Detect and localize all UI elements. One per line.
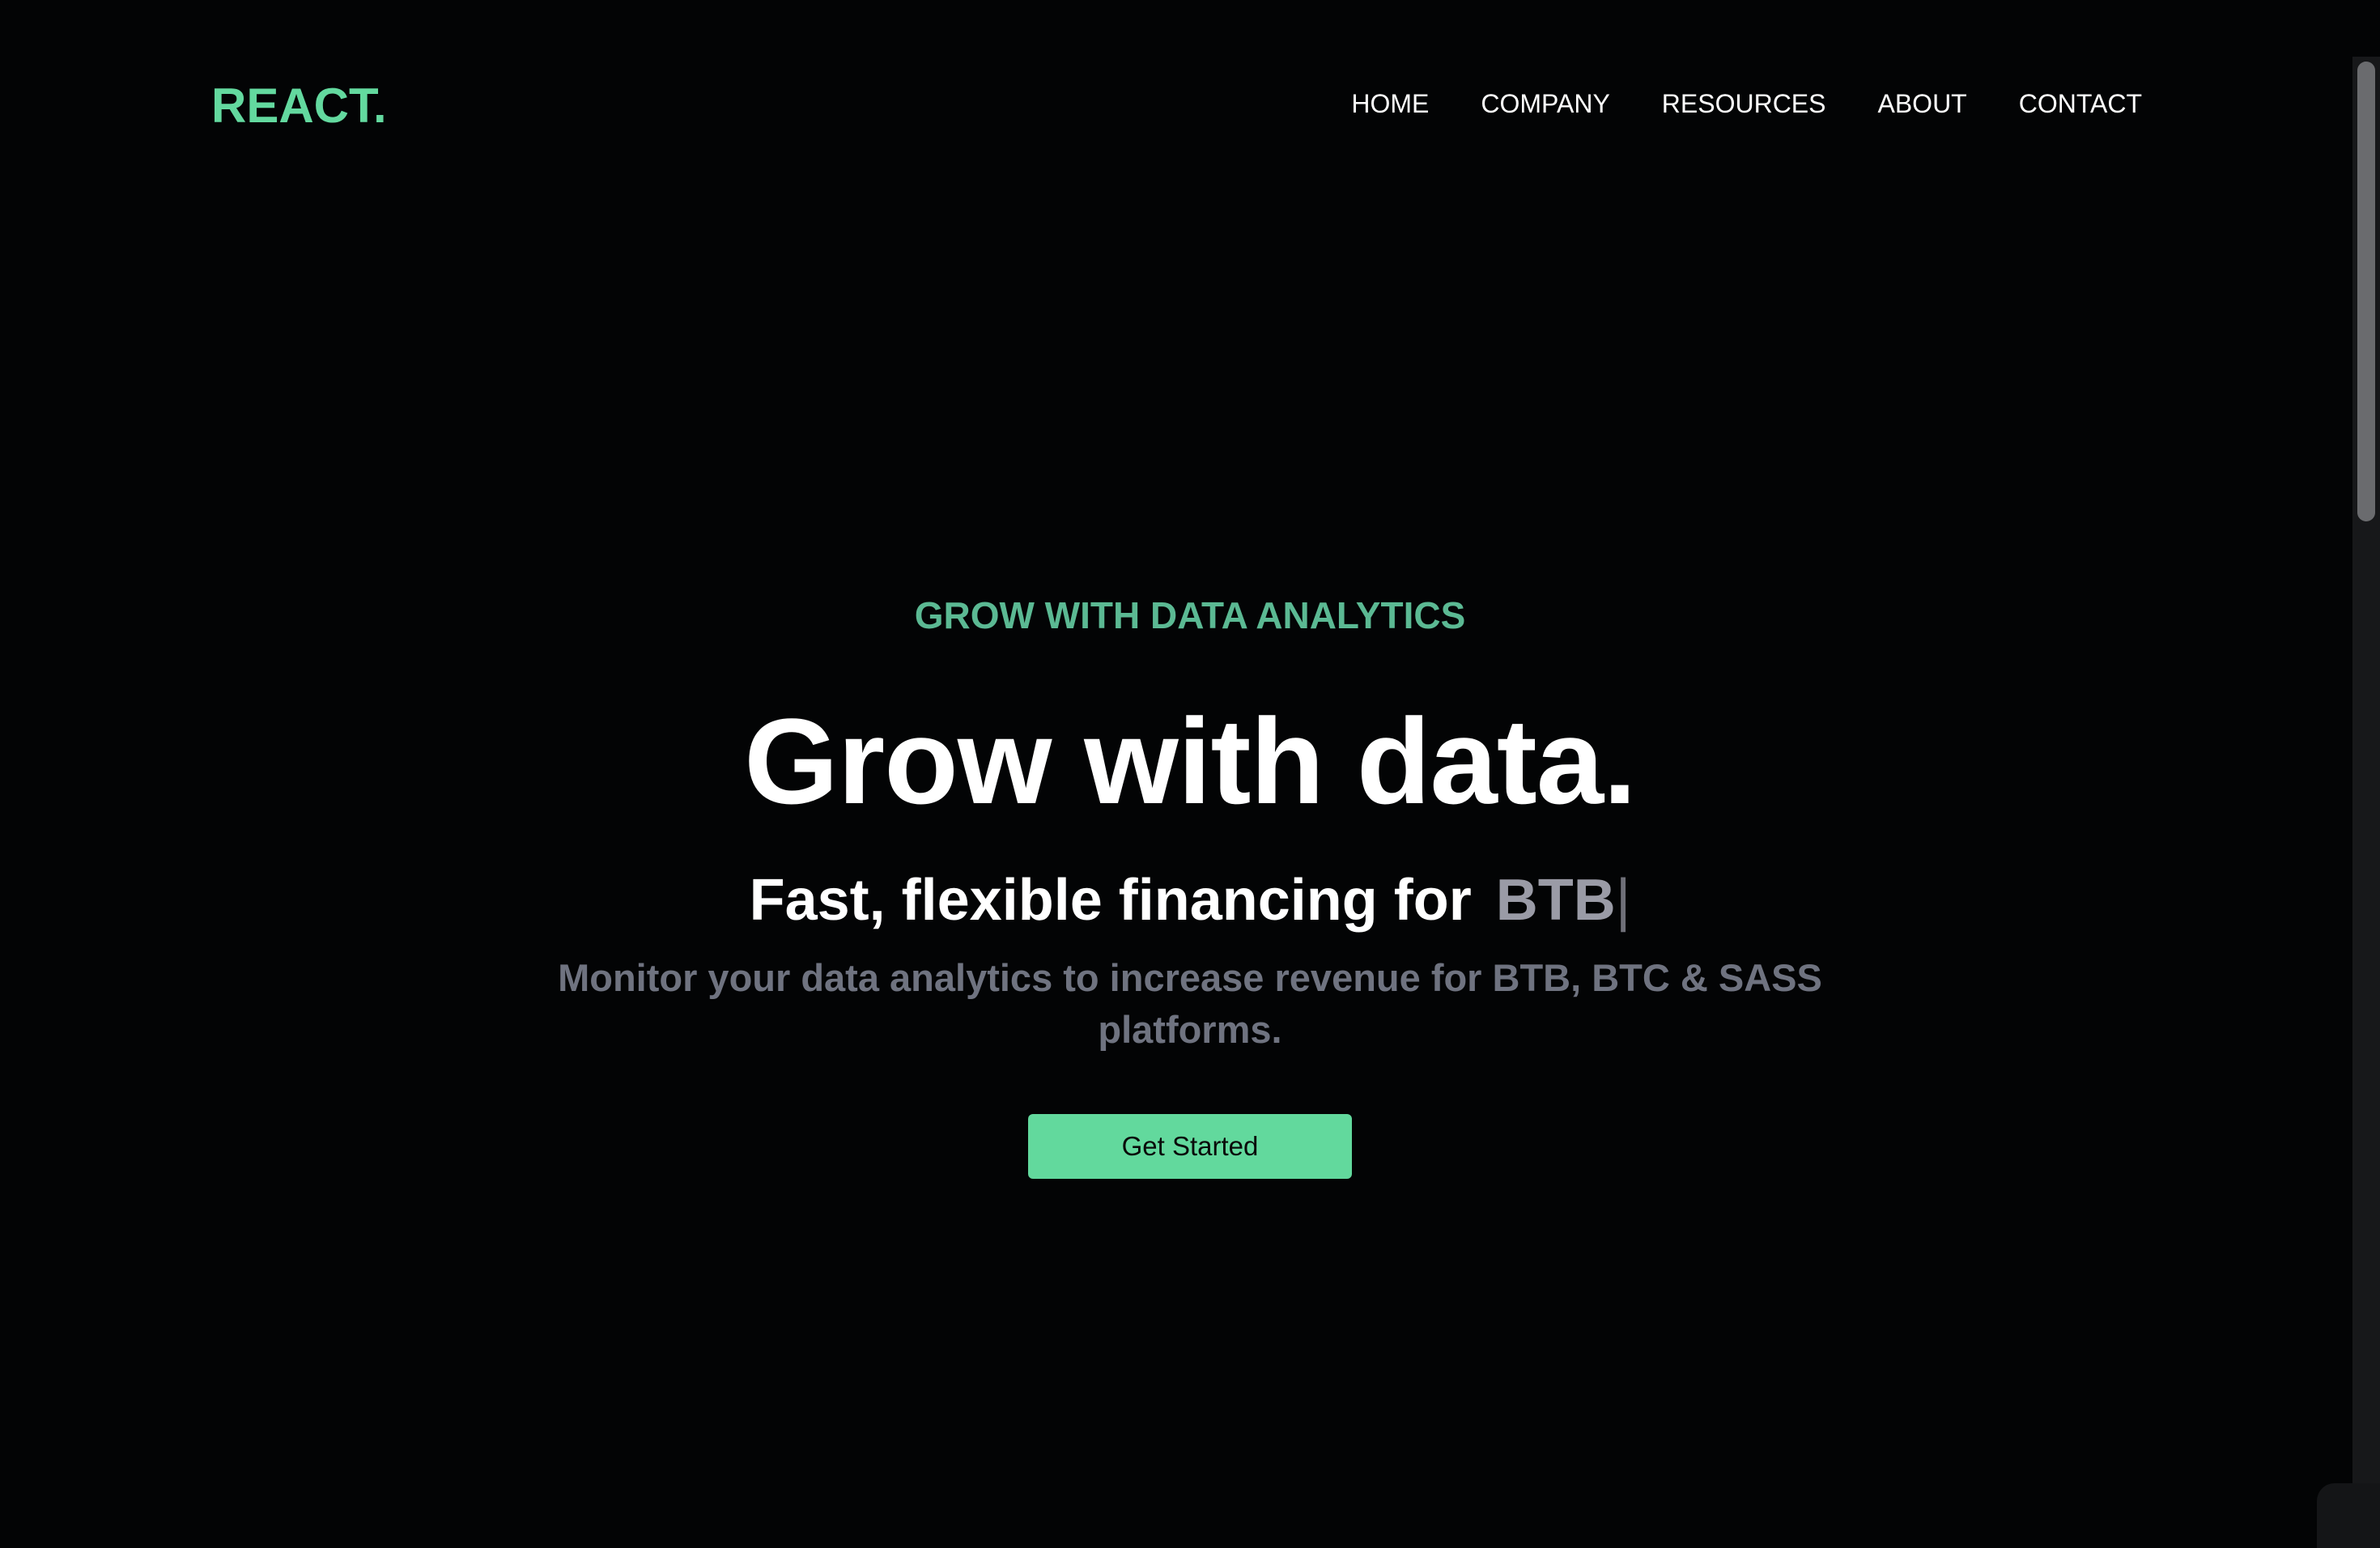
- get-started-button[interactable]: Get Started: [1028, 1114, 1352, 1179]
- typed-word: BTB: [1495, 868, 1616, 933]
- corner-widget[interactable]: [2317, 1483, 2380, 1548]
- main-nav: HOME COMPANY RESOURCES ABOUT CONTACT: [1351, 87, 2142, 120]
- nav-item-home[interactable]: HOME: [1351, 87, 1429, 120]
- page: REACT. HOME COMPANY RESOURCES ABOUT CONT…: [0, 0, 2380, 1548]
- typing-caret: |: [1615, 868, 1631, 933]
- hero-description: Monitor your data analytics to increase …: [558, 956, 1822, 1051]
- logo[interactable]: REACT.: [211, 78, 387, 134]
- hero-headline: Grow with data.: [744, 693, 1637, 829]
- nav-item-company[interactable]: COMPANY: [1481, 87, 1609, 120]
- nav-item-about[interactable]: ABOUT: [1877, 87, 1966, 120]
- subline-prefix: Fast, flexible financing for: [749, 868, 1472, 933]
- nav-item-resources[interactable]: RESOURCES: [1662, 87, 1826, 120]
- nav-item-contact[interactable]: CONTACT: [2019, 87, 2142, 120]
- hero-subline: Fast, flexible financing for BTB|: [0, 866, 2380, 934]
- hero-eyebrow: GROW WITH DATA ANALYTICS: [914, 594, 1466, 636]
- scrollbar-thumb[interactable]: [2357, 62, 2375, 521]
